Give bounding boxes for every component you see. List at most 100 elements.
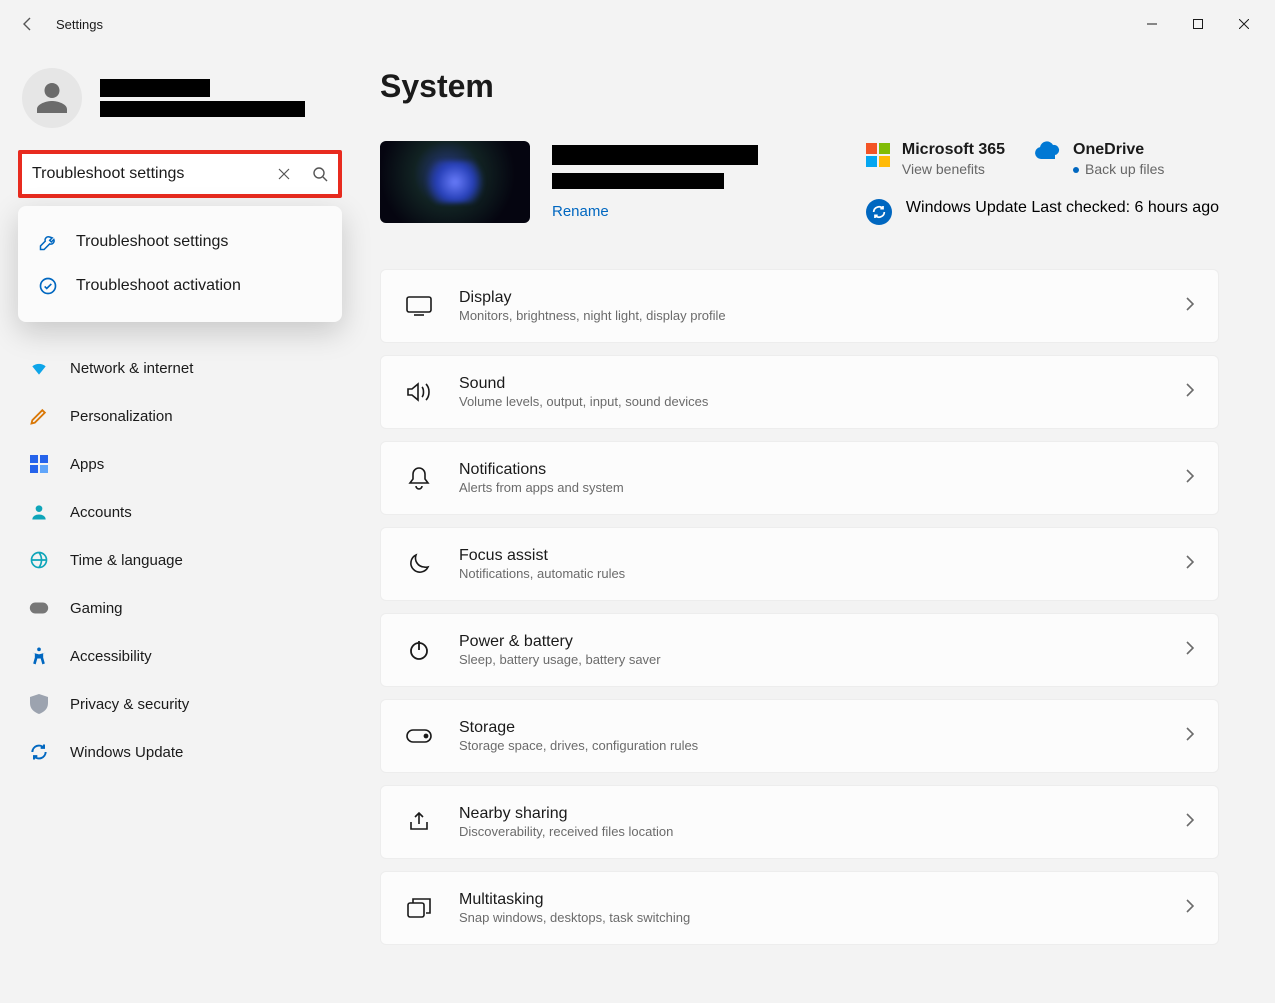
card-title: Sound xyxy=(459,375,1159,393)
content: System Rename Microsoft 365 View benefit xyxy=(360,48,1275,1003)
search-input[interactable] xyxy=(32,165,278,183)
card-notifications[interactable]: NotificationsAlerts from apps and system xyxy=(380,441,1219,515)
wifi-icon xyxy=(28,357,50,379)
window-title: Settings xyxy=(56,17,103,32)
display-icon xyxy=(405,292,433,320)
nav-item-time-language[interactable]: Time & language xyxy=(18,540,342,580)
chevron-right-icon xyxy=(1185,727,1194,746)
nav-item-gaming[interactable]: Gaming xyxy=(18,588,342,628)
paintbrush-icon xyxy=(28,405,50,427)
suggestion-troubleshoot-activation[interactable]: Troubleshoot activation xyxy=(18,264,342,308)
card-sub: Volume levels, output, input, sound devi… xyxy=(459,394,1159,409)
card-nearby-sharing[interactable]: Nearby sharingDiscoverability, received … xyxy=(380,785,1219,859)
title-bar: Settings xyxy=(0,0,1275,48)
sidebar: Troubleshoot settings Troubleshoot activ… xyxy=(0,48,360,1003)
gamepad-icon xyxy=(28,597,50,619)
rename-link[interactable]: Rename xyxy=(552,203,758,220)
multitask-icon xyxy=(405,894,433,922)
ms365-sub: View benefits xyxy=(902,161,1005,177)
nav-item-privacy[interactable]: Privacy & security xyxy=(18,684,342,724)
card-title: Power & battery xyxy=(459,633,1159,651)
card-multitasking[interactable]: MultitaskingSnap windows, desktops, task… xyxy=(380,871,1219,945)
card-sound[interactable]: SoundVolume levels, output, input, sound… xyxy=(380,355,1219,429)
card-sub: Alerts from apps and system xyxy=(459,480,1159,495)
pc-name-redacted xyxy=(552,145,758,165)
nav-label: Gaming xyxy=(70,600,123,617)
nav: Network & internet Personalization Apps … xyxy=(18,348,342,772)
nav-item-network[interactable]: Network & internet xyxy=(18,348,342,388)
card-display[interactable]: DisplayMonitors, brightness, night light… xyxy=(380,269,1219,343)
windows-update-block[interactable]: Windows Update Last checked: 6 hours ago xyxy=(866,199,1219,225)
update-icon xyxy=(28,741,50,763)
suggestion-troubleshoot-settings[interactable]: Troubleshoot settings xyxy=(18,220,342,264)
page-title: System xyxy=(380,68,1219,105)
check-circle-icon xyxy=(38,276,58,296)
nav-label: Windows Update xyxy=(70,744,183,761)
person-icon xyxy=(28,501,50,523)
card-sub: Snap windows, desktops, task switching xyxy=(459,910,1159,925)
desktop-thumbnail xyxy=(380,141,530,223)
nav-item-accessibility[interactable]: Accessibility xyxy=(18,636,342,676)
onedrive-block[interactable]: OneDrive Back up files xyxy=(1035,141,1164,177)
close-button[interactable] xyxy=(1221,8,1267,40)
card-title: Storage xyxy=(459,719,1159,737)
nav-item-personalization[interactable]: Personalization xyxy=(18,396,342,436)
windows-update-icon xyxy=(866,199,892,225)
sound-icon xyxy=(405,378,433,406)
suggestion-label: Troubleshoot settings xyxy=(76,233,228,251)
update-title: Windows Update xyxy=(906,199,1027,216)
bell-icon xyxy=(405,464,433,492)
microsoft-365-icon xyxy=(866,143,890,167)
card-title: Notifications xyxy=(459,461,1159,479)
card-storage[interactable]: StorageStorage space, drives, configurat… xyxy=(380,699,1219,773)
maximize-button[interactable] xyxy=(1175,8,1221,40)
nav-label: Apps xyxy=(70,456,104,473)
card-sub: Sleep, battery usage, battery saver xyxy=(459,652,1159,667)
nav-label: Accessibility xyxy=(70,648,152,665)
user-card[interactable] xyxy=(18,68,342,128)
nav-item-apps[interactable]: Apps xyxy=(18,444,342,484)
storage-icon xyxy=(405,722,433,750)
chevron-right-icon xyxy=(1185,899,1194,918)
chevron-right-icon xyxy=(1185,383,1194,402)
clear-icon[interactable] xyxy=(278,168,290,180)
power-icon xyxy=(405,636,433,664)
wrench-icon xyxy=(38,232,58,252)
globe-clock-icon xyxy=(28,549,50,571)
card-title: Focus assist xyxy=(459,547,1159,565)
user-email-redacted xyxy=(100,101,305,117)
nav-label: Personalization xyxy=(70,408,173,425)
nav-item-accounts[interactable]: Accounts xyxy=(18,492,342,532)
nav-label: Network & internet xyxy=(70,360,193,377)
system-header: Rename Microsoft 365 View benefits xyxy=(380,141,1219,225)
card-sub: Notifications, automatic rules xyxy=(459,566,1159,581)
nav-item-windows-update[interactable]: Windows Update xyxy=(18,732,342,772)
update-sub: Last checked: 6 hours ago xyxy=(1031,199,1219,216)
ms365-block[interactable]: Microsoft 365 View benefits xyxy=(866,141,1005,177)
chevron-right-icon xyxy=(1185,555,1194,574)
pc-model-redacted xyxy=(552,173,724,189)
ms365-title: Microsoft 365 xyxy=(902,141,1005,159)
share-icon xyxy=(405,808,433,836)
chevron-right-icon xyxy=(1185,297,1194,316)
chevron-right-icon xyxy=(1185,641,1194,660)
onedrive-icon xyxy=(1035,141,1061,164)
card-power-battery[interactable]: Power & batterySleep, battery usage, bat… xyxy=(380,613,1219,687)
card-focus-assist[interactable]: Focus assistNotifications, automatic rul… xyxy=(380,527,1219,601)
chevron-right-icon xyxy=(1185,469,1194,488)
onedrive-title: OneDrive xyxy=(1073,141,1164,159)
card-sub: Storage space, drives, configuration rul… xyxy=(459,738,1159,753)
accessibility-icon xyxy=(28,645,50,667)
search-suggestions: Troubleshoot settings Troubleshoot activ… xyxy=(18,206,342,322)
back-icon[interactable] xyxy=(20,16,36,32)
apps-icon xyxy=(28,453,50,475)
shield-icon xyxy=(28,693,50,715)
search-icon[interactable] xyxy=(312,166,328,182)
card-sub: Monitors, brightness, night light, displ… xyxy=(459,308,1159,323)
search-box[interactable] xyxy=(18,150,342,198)
avatar xyxy=(22,68,82,128)
minimize-button[interactable] xyxy=(1129,8,1175,40)
card-sub: Discoverability, received files location xyxy=(459,824,1159,839)
card-title: Display xyxy=(459,289,1159,307)
onedrive-sub: Back up files xyxy=(1073,161,1164,177)
